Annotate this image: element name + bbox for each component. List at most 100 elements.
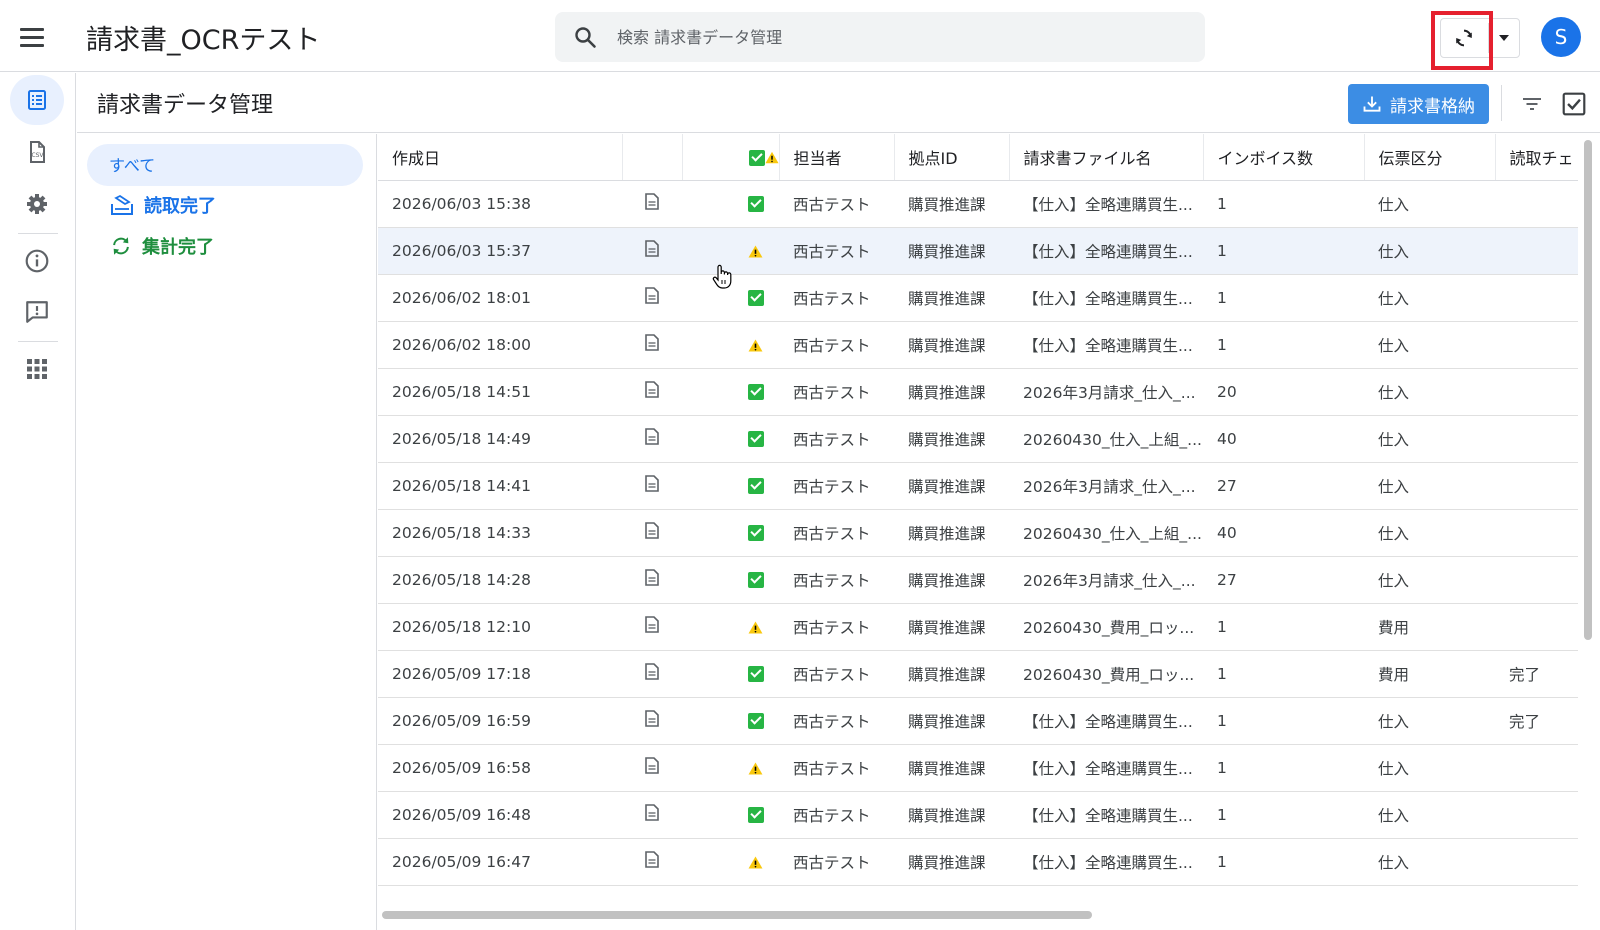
table-row[interactable]: 2026/05/18 12:10 西古テスト 購買推進課 20260430_費用_ロッ… <box>378 603 1578 651</box>
cell-invoice-count: 1 <box>1203 274 1364 322</box>
cell-doc[interactable] <box>622 603 682 651</box>
cell-doc[interactable] <box>622 415 682 463</box>
document-icon[interactable] <box>645 710 659 727</box>
cell-date: 2026/05/18 14:28 <box>378 556 622 604</box>
cell-invoice-count: 40 <box>1203 509 1364 557</box>
horizontal-scrollbar[interactable] <box>378 908 1578 922</box>
category-read-done[interactable]: 読取完了 <box>110 190 216 220</box>
filter-icon <box>1523 98 1541 110</box>
document-icon[interactable] <box>645 334 659 351</box>
info-icon <box>25 249 49 273</box>
table-row[interactable]: 2026/06/03 15:38 西古テスト 購買推進課 【仕入】全略連購買生... 1… <box>378 180 1578 228</box>
svg-text:CSV: CSV <box>31 152 44 159</box>
document-icon[interactable] <box>645 287 659 304</box>
document-icon[interactable] <box>645 240 659 257</box>
sync-dropdown-button[interactable] <box>1489 19 1519 57</box>
cell-person: 西古テスト <box>779 368 894 416</box>
table-row[interactable]: 2026/05/09 16:48 西古テスト 購買推進課 【仕入】全略連購買生... 1… <box>378 791 1578 839</box>
cell-file: 【仕入】全略連購買生... <box>1009 744 1203 792</box>
cell-date: 2026/05/09 17:18 <box>378 650 622 698</box>
header-read-check[interactable]: 読取チェ <box>1495 134 1578 181</box>
cell-doc[interactable] <box>622 462 682 510</box>
cell-person: 西古テスト <box>779 227 894 275</box>
cell-doc[interactable] <box>622 227 682 275</box>
cell-status <box>682 368 779 416</box>
cell-doc[interactable] <box>622 274 682 322</box>
cell-doc[interactable] <box>622 556 682 604</box>
table-row[interactable]: 2026/05/18 14:41 西古テスト 購買推進課 2026年3月請求_仕入_.… <box>378 462 1578 510</box>
cell-base: 購買推進課 <box>894 415 1009 463</box>
rail-item-feedback[interactable] <box>10 287 64 337</box>
cell-doc[interactable] <box>622 791 682 839</box>
table-row[interactable]: 2026/05/09 16:59 西古テスト 購買推進課 【仕入】全略連購買生... 1… <box>378 697 1578 745</box>
header-person[interactable]: 担当者 <box>779 134 895 181</box>
avatar[interactable]: S <box>1541 17 1581 57</box>
vertical-scrollbar[interactable] <box>1580 134 1600 906</box>
rail-item-csv[interactable]: CSV <box>10 127 64 177</box>
table-row[interactable]: 2026/05/09 17:18 西古テスト 購買推進課 20260430_費用_ロッ… <box>378 650 1578 698</box>
cell-status <box>682 603 779 651</box>
cell-base: 購買推進課 <box>894 180 1009 228</box>
cell-doc[interactable] <box>622 321 682 369</box>
check-square-icon <box>748 572 764 588</box>
header-status[interactable] <box>682 134 780 181</box>
document-icon[interactable] <box>645 522 659 539</box>
header-base[interactable]: 拠点ID <box>894 134 1010 181</box>
rail-item-invoice-list[interactable] <box>10 75 64 125</box>
cell-doc[interactable] <box>622 697 682 745</box>
cell-slip: 仕入 <box>1364 697 1495 745</box>
menu-button[interactable] <box>20 22 50 52</box>
table-row[interactable]: 2026/06/02 18:00 西古テスト 購買推進課 【仕入】全略連購買生... 1… <box>378 321 1578 369</box>
header-invoice-count[interactable]: インボイス数 <box>1203 134 1365 181</box>
document-icon[interactable] <box>645 663 659 680</box>
cell-file: 20260430_費用_ロッ... <box>1009 650 1203 698</box>
csv-file-icon: CSV <box>30 141 45 163</box>
table-row[interactable]: 2026/05/09 16:47 西古テスト 購買推進課 【仕入】全略連購買生... 1… <box>378 838 1578 886</box>
filter-button[interactable] <box>1517 89 1547 119</box>
check-square-icon <box>748 525 764 541</box>
cell-doc[interactable] <box>622 368 682 416</box>
table-row[interactable]: 2026/05/18 14:49 西古テスト 購買推進課 20260430_仕入_上組… <box>378 415 1578 463</box>
document-icon[interactable] <box>645 193 659 210</box>
category-all[interactable]: すべて <box>87 144 363 186</box>
document-icon[interactable] <box>645 616 659 633</box>
category-aggregate-done[interactable]: 集計完了 <box>110 231 214 261</box>
header-file[interactable]: 請求書ファイル名 <box>1009 134 1204 181</box>
table-row[interactable]: 2026/05/18 14:51 西古テスト 購買推進課 2026年3月請求_仕入_.… <box>378 368 1578 416</box>
header-date[interactable]: 作成日 <box>378 134 623 181</box>
table-row[interactable]: 2026/05/09 16:58 西古テスト 購買推進課 【仕入】全略連購買生... 1… <box>378 744 1578 792</box>
rail-item-apps[interactable] <box>10 344 64 394</box>
left-rail: CSV <box>0 73 76 930</box>
cell-doc[interactable] <box>622 744 682 792</box>
document-icon[interactable] <box>645 381 659 398</box>
rail-item-settings[interactable] <box>10 179 64 229</box>
document-icon[interactable] <box>645 851 659 868</box>
document-icon[interactable] <box>645 569 659 586</box>
cell-date: 2026/05/09 16:59 <box>378 697 622 745</box>
cell-slip: 費用 <box>1364 650 1495 698</box>
table-row[interactable]: 2026/06/03 15:37 西古テスト 購買推進課 【仕入】全略連購買生... 1… <box>378 227 1578 275</box>
select-mode-button[interactable] <box>1557 87 1591 121</box>
cell-doc[interactable] <box>622 838 682 886</box>
document-icon[interactable] <box>645 804 659 821</box>
rail-item-info[interactable] <box>10 236 64 286</box>
cell-doc[interactable] <box>622 509 682 557</box>
table-row[interactable]: 2026/06/02 18:01 西古テスト 購買推進課 【仕入】全略連購買生... 1… <box>378 274 1578 322</box>
search-input[interactable] <box>617 20 1177 54</box>
cell-person: 西古テスト <box>779 274 894 322</box>
cell-person: 西古テスト <box>779 556 894 604</box>
cell-slip: 仕入 <box>1364 791 1495 839</box>
store-invoice-button[interactable]: 請求書格納 <box>1348 84 1489 124</box>
table-row[interactable]: 2026/05/18 14:28 西古テスト 購買推進課 2026年3月請求_仕入_.… <box>378 556 1578 604</box>
cell-doc[interactable] <box>622 180 682 228</box>
table-row[interactable]: 2026/05/18 14:33 西古テスト 購買推進課 20260430_仕入_上組… <box>378 509 1578 557</box>
search-bar[interactable] <box>555 12 1205 62</box>
document-icon[interactable] <box>645 475 659 492</box>
document-icon[interactable] <box>645 428 659 445</box>
header-slip[interactable]: 伝票区分 <box>1364 134 1496 181</box>
document-icon[interactable] <box>645 757 659 774</box>
cell-doc[interactable] <box>622 650 682 698</box>
check-square-icon <box>748 149 765 166</box>
warning-icon <box>748 855 763 869</box>
invoice-list-icon <box>28 90 46 110</box>
